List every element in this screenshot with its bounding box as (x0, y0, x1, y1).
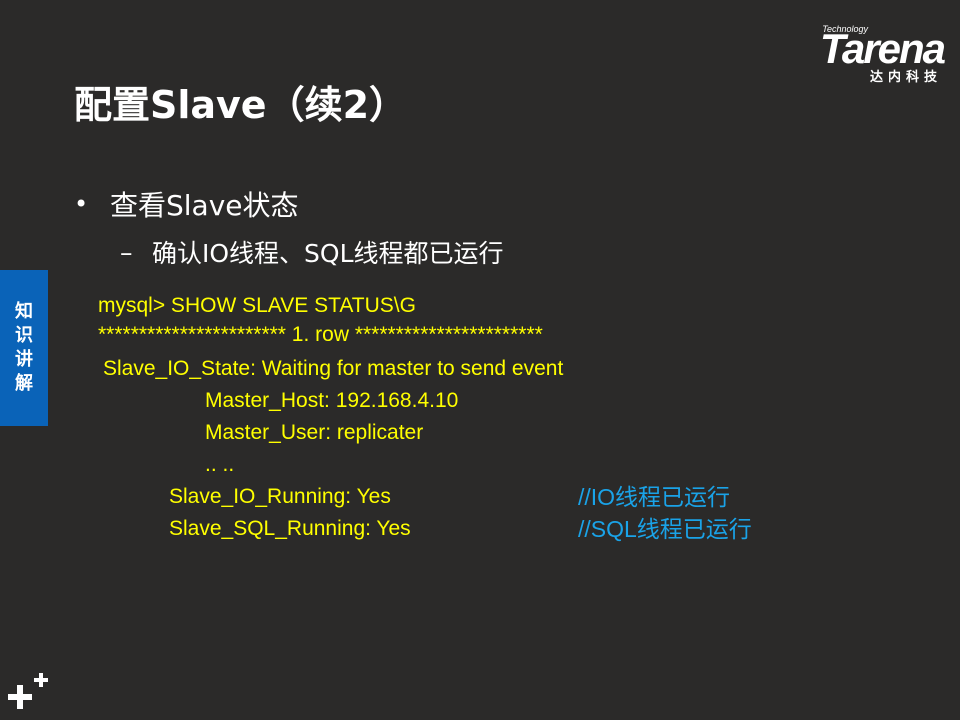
bullet-marker: • (74, 190, 89, 218)
side-tab-char: 讲 (15, 349, 33, 370)
side-tab-char: 知 (15, 301, 33, 322)
side-tab-knowledge: 知 识 讲 解 (0, 270, 48, 426)
code-line-sql-running: Slave_SQL_Running: Yes (169, 517, 411, 540)
logo-chinese-text: 达内科技 (869, 70, 942, 85)
code-comment-sql: //SQL线程已运行 (578, 516, 752, 542)
tarena-logo: Technology Tarena 达内科技 (774, 24, 946, 86)
plus-icon (8, 673, 48, 709)
code-line-master-host: Master_Host: 192.168.4.10 (205, 389, 459, 412)
code-line-io-state: Slave_IO_State: Waiting for master to se… (103, 357, 564, 380)
bullet-item: • 查看Slave状态 (74, 184, 299, 224)
code-line-row-separator: *********************** 1. row *********… (98, 323, 543, 346)
code-line-command: mysql> SHOW SLAVE STATUS\G (98, 294, 416, 317)
code-line-ellipsis: .. .. (205, 453, 235, 476)
side-tab-char: 解 (15, 373, 33, 394)
code-line-master-user: Master_User: replicater (205, 421, 424, 444)
bullet-text: 查看Slave状态 (110, 189, 299, 222)
slide: Technology Tarena 达内科技 配置Slave（续2） • 查看S… (0, 0, 960, 720)
sub-bullet-item: – 确认IO线程、SQL线程都已运行 (120, 234, 504, 270)
sub-bullet-text: 确认IO线程、SQL线程都已运行 (152, 239, 504, 268)
code-line-io-running: Slave_IO_Running: Yes (169, 485, 391, 508)
code-comment-io: //IO线程已运行 (578, 484, 731, 510)
sub-bullet-marker: – (120, 237, 133, 267)
slide-title: 配置Slave（续2） (74, 83, 408, 127)
side-tab-char: 识 (15, 325, 33, 346)
logo-wordmark: Tarena (819, 25, 946, 72)
